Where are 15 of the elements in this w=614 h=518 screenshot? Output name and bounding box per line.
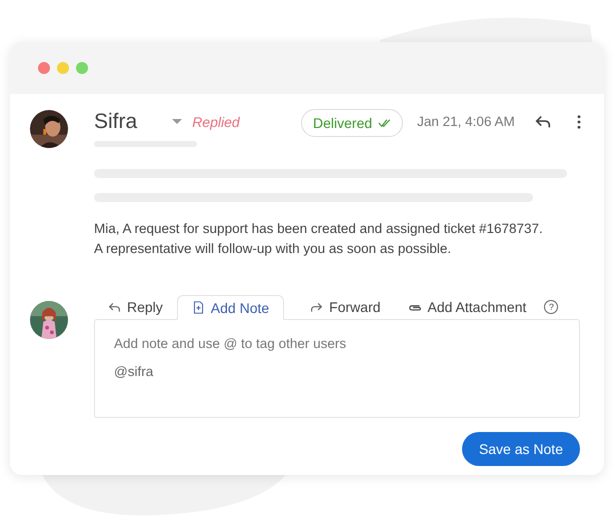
placeholder-text: Add note and use @ to tag other users [114, 336, 348, 351]
save-as-note-button[interactable]: Save as Note [462, 432, 580, 466]
note-field[interactable]: Add note and use @ to tag other users @sifra [94, 319, 580, 418]
composer-tab[interactable]: Forward [296, 295, 395, 319]
sender-name: Sifra [94, 110, 138, 134]
timestamp: Jan 21, 4:06 AM [417, 113, 515, 131]
delivery-badge: Delivered [301, 109, 404, 137]
composer-tab[interactable]: Add Note [176, 295, 284, 320]
message-text: Mia, A request for support has been created and assigned ticket #1678737. [94, 220, 544, 238]
help-icon[interactable]: ? [544, 300, 558, 314]
note-text: @sifra [114, 364, 154, 379]
status-label: Replied [192, 114, 240, 130]
composer-tab[interactable]: Add Attachment [394, 295, 540, 319]
message-text: A representative will follow-up with you as soon as possible. [94, 240, 452, 258]
composer-tab[interactable]: Reply [94, 295, 177, 319]
